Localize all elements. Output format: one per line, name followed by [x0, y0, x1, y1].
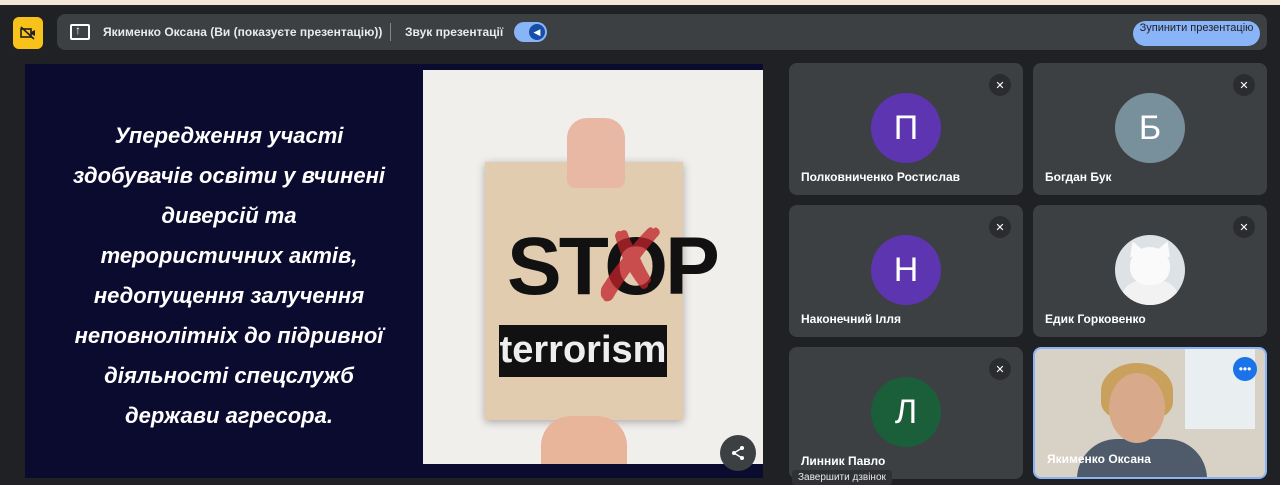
mic-off-icon: ✕: [1233, 74, 1255, 96]
mic-off-icon: ✕: [989, 74, 1011, 96]
mic-off-icon: ✕: [1233, 216, 1255, 238]
top-strip: [0, 0, 1280, 5]
share-icon: [732, 446, 744, 460]
presentation-sound-label: Звук презентації: [405, 25, 504, 39]
slide-line: здобувачів освіти у вчинені: [73, 163, 385, 188]
slide-line: держави агресора.: [125, 403, 333, 428]
hand-shape: [567, 118, 625, 188]
participant-name: Линник Павло: [801, 454, 886, 468]
participant-tile[interactable]: ✕ Л Линник Павло: [789, 347, 1023, 479]
avatar-photo: [1115, 235, 1185, 305]
presenter-label: Якименко Оксана (Ви (показуєте презентац…: [103, 25, 383, 39]
slide-line: Упередження участі: [114, 123, 344, 148]
presentation-sound-toggle[interactable]: ◀: [514, 22, 547, 42]
end-call-tooltip: Завершити дзвінок: [792, 470, 892, 485]
share-button[interactable]: [720, 435, 756, 471]
participant-tile[interactable]: ✕ П Полковниченко Ростислав: [789, 63, 1023, 195]
slide-line: терористичних актів,: [100, 243, 358, 268]
slide-line: диверсій та: [161, 203, 297, 228]
stop-presenting-button[interactable]: Зупинити презентацію: [1133, 21, 1260, 46]
mic-off-icon: ✕: [989, 358, 1011, 380]
avatar: Л: [871, 377, 941, 447]
slide-line: неповнолітніх до підривної: [74, 323, 384, 348]
participant-tile[interactable]: ✕ Едик Горковенко: [1033, 205, 1267, 337]
participant-tile[interactable]: ✕ Б Богдан Бук: [1033, 63, 1267, 195]
red-cross-mark: ✗: [591, 213, 672, 320]
avatar: Н: [871, 235, 941, 305]
divider: [390, 23, 391, 41]
participant-name: Едик Горковенко: [1045, 312, 1146, 326]
cat-head: [1130, 247, 1170, 285]
camera-off-button[interactable]: [13, 17, 43, 49]
self-video-tile[interactable]: ••• Якименко Оксана: [1033, 347, 1267, 479]
camera-off-icon: [20, 26, 35, 40]
volume-icon: ◀: [529, 24, 545, 40]
participant-name: Якименко Оксана: [1047, 452, 1151, 466]
slide-line: недопущення залучення: [93, 283, 365, 308]
avatar: П: [871, 93, 941, 163]
presentation-bar: Якименко Оксана (Ви (показуєте презентац…: [57, 14, 1267, 50]
avatar: Б: [1115, 93, 1185, 163]
participant-name: Богдан Бук: [1045, 170, 1112, 184]
mic-off-icon: ✕: [989, 216, 1011, 238]
terrorism-word: terrorism: [499, 325, 667, 377]
slide-text: Упередження участі здобувачів освіти у в…: [35, 116, 423, 436]
arm-shape: [541, 416, 627, 464]
person-head: [1109, 373, 1165, 443]
participant-tile[interactable]: ✕ Н Наконечний Ілля: [789, 205, 1023, 337]
presentation-slide: Упередження участі здобувачів освіти у в…: [25, 64, 763, 478]
more-options-icon[interactable]: •••: [1233, 357, 1257, 381]
participant-name: Полковниченко Ростислав: [801, 170, 961, 184]
stop-terrorism-image: STOP ✗ terrorism: [423, 70, 763, 464]
present-icon: [70, 23, 90, 40]
participant-name: Наконечний Ілля: [801, 312, 902, 326]
slide-line: діяльності спецслужб: [104, 363, 354, 388]
